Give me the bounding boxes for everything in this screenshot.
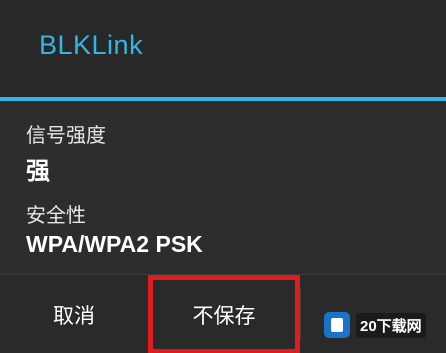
dont-save-button[interactable]: 不保存: [148, 275, 300, 353]
cancel-button[interactable]: 取消: [0, 275, 148, 353]
site-watermark: 20下载网: [324, 305, 440, 345]
security-label: 安全性: [26, 203, 86, 227]
watermark-text: 20下载网: [356, 312, 426, 338]
button-divider: [300, 289, 301, 339]
signal-strength-label: 信号强度: [26, 123, 106, 147]
dialog-header: BLKLink: [0, 0, 446, 97]
watermark-logo-icon: [324, 312, 350, 338]
security-value: WPA/WPA2 PSK: [26, 231, 203, 257]
network-name-title: BLKLink: [39, 30, 144, 60]
wifi-network-dialog: BLKLink 信号强度 强 安全性 WPA/WPA2 PSK 取消 不保存 2…: [0, 0, 446, 353]
dialog-content: 信号强度 强 安全性 WPA/WPA2 PSK: [0, 101, 446, 274]
signal-strength-value: 强: [26, 157, 50, 185]
